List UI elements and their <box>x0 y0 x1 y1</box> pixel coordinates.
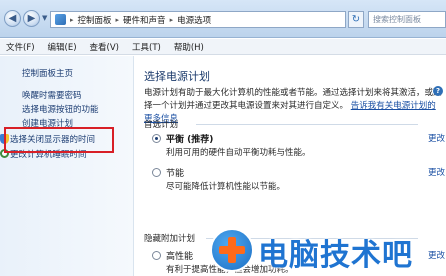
back-button[interactable]: ◀ <box>4 10 21 27</box>
plan-balanced-radio[interactable] <box>152 134 161 143</box>
refresh-button[interactable]: ↻ <box>348 11 364 28</box>
plan-power-saver-desc: 尽可能降低计算机性能以节能。 <box>166 182 286 192</box>
back-arrow-icon: ◀ <box>8 12 17 24</box>
page-title: 选择电源计划 <box>144 70 210 83</box>
history-dropdown-icon[interactable]: ▼ <box>42 14 47 22</box>
breadcrumb-separator: ▸ <box>70 15 74 24</box>
hidden-plans-toggle[interactable]: 隐藏附加计划 <box>144 232 195 244</box>
sidebar-item-control-panel-home[interactable]: 控制面板主页 <box>22 67 73 79</box>
plan-balanced-desc: 利用可用的硬件自动平衡功耗与性能。 <box>166 148 311 158</box>
help-icon[interactable]: ? <box>433 86 443 96</box>
menu-tools[interactable]: 工具(T) <box>132 41 161 53</box>
control-panel-icon <box>55 14 66 25</box>
menu-help[interactable]: 帮助(H) <box>174 41 204 53</box>
forward-arrow-icon: ▶ <box>27 12 36 24</box>
plan-high-performance-name[interactable]: 高性能 <box>166 249 193 262</box>
highlight-box <box>4 127 114 153</box>
breadcrumb-hardware-sound[interactable]: 硬件和声音 <box>123 14 166 26</box>
sidebar: 控制面板主页 唤醒时需要密码 选择电源按钮的功能 创建电源计划 选择关闭显示器的… <box>0 56 134 276</box>
menu-view[interactable]: 查看(V) <box>90 41 119 53</box>
breadcrumb-separator: ▸ <box>115 15 120 24</box>
plan-power-saver-name[interactable]: 节能 <box>166 166 184 179</box>
search-input[interactable]: 搜索控制面板 <box>368 11 446 28</box>
watermark: 电脑技术吧 <box>202 224 446 276</box>
sidebar-item-wake-password[interactable]: 唤醒时需要密码 <box>22 89 82 101</box>
change-power-saver-link[interactable]: 更改 <box>428 166 445 178</box>
breadcrumb-control-panel[interactable]: 控制面板 <box>78 14 112 26</box>
breadcrumb[interactable]: ▸ 控制面板 ▸ 硬件和声音 ▸ 电源选项 <box>50 11 346 28</box>
forward-button[interactable]: ▶ <box>23 10 40 27</box>
breadcrumb-separator: ▸ <box>169 15 174 24</box>
plan-high-performance-radio[interactable] <box>152 251 161 260</box>
change-balanced-link[interactable]: 更改 <box>428 132 445 144</box>
address-bar: ◀ ▶ ▼ ▸ 控制面板 ▸ 硬件和声音 ▸ 电源选项 ↻ 搜索控制面板 <box>0 0 446 38</box>
page-description: 电源计划有助于最大化计算机的性能或者节能。通过选择计划来将其激活，或选择一个计划… <box>144 87 444 126</box>
menu-edit[interactable]: 编辑(E) <box>48 41 77 53</box>
plan-power-saver-radio[interactable] <box>152 168 161 177</box>
plan-balanced-name[interactable]: 平衡 (推荐) <box>166 132 213 145</box>
breadcrumb-power-options[interactable]: 电源选项 <box>177 14 211 26</box>
refresh-icon: ↻ <box>351 14 361 25</box>
divider <box>196 124 418 125</box>
sidebar-item-power-button[interactable]: 选择电源按钮的功能 <box>22 103 99 115</box>
menu-file[interactable]: 文件(F) <box>6 41 35 53</box>
menu-bar: 文件(F) 编辑(E) 查看(V) 工具(T) 帮助(H) <box>0 39 446 55</box>
plus-icon <box>219 237 245 263</box>
watermark-text: 电脑技术吧 <box>258 238 413 273</box>
preferred-plans-label: 首选计划 <box>144 120 179 130</box>
